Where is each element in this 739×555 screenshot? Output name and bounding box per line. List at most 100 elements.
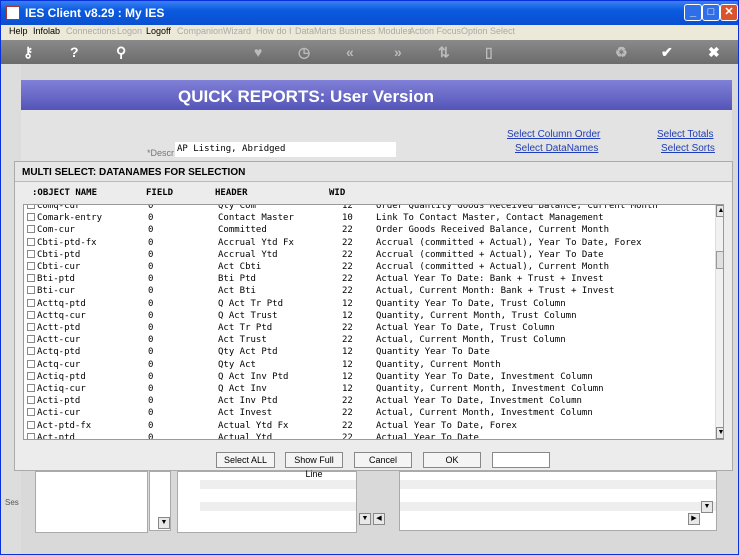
heart-icon[interactable]: ♥ <box>254 44 262 60</box>
list-item-checkbox[interactable] <box>27 262 35 270</box>
list-item-checkbox[interactable] <box>27 335 35 344</box>
column-header-wid[interactable]: WID <box>329 188 345 198</box>
menu-bar: Help Infolab Connections Logon Logoff Compani… <box>1 25 738 40</box>
show-full-line-button[interactable]: Show Full Line <box>285 452 343 479</box>
cancel-button[interactable]: Cancel <box>354 452 412 468</box>
list-item-name: Actt-ptd <box>37 323 81 333</box>
list-item-checkbox[interactable] <box>27 384 35 392</box>
list-item-checkbox[interactable] <box>27 420 35 429</box>
close-icon[interactable]: ✖ <box>708 44 720 61</box>
sort-icon[interactable]: ⇅ <box>438 44 450 61</box>
list-item[interactable]: Actt-ptd 0 Act Tr Ptd 22 Actual Year To Date… <box>24 323 714 335</box>
list-item-field: 0 <box>148 335 154 346</box>
selection-count-field[interactable] <box>492 452 550 468</box>
select-all-button[interactable]: Select ALL <box>216 452 275 468</box>
scroll-down-button[interactable]: ▼ <box>716 427 723 439</box>
list-item[interactable]: Bti-ptd 0 Bti Ptd 22 Actual Year To Date: Ba… <box>24 274 714 286</box>
list-item[interactable]: Com-cur 0 Committed 22 Order Goods Received … <box>24 225 714 237</box>
recycle-icon[interactable]: ♻ <box>615 44 628 61</box>
ok-button[interactable]: OK <box>423 452 481 468</box>
list-item[interactable]: Cbti-ptd 0 Accrual Ytd 22 Accrual (committed… <box>24 249 714 262</box>
menu-item[interactable]: Connections <box>66 26 116 36</box>
menu-item[interactable]: Business Modules <box>339 26 412 36</box>
list-item-name: Cbti-ptd-fx <box>37 237 97 248</box>
select-column-order-link[interactable]: Select Column Order <box>507 129 600 140</box>
menu-item[interactable]: Companion <box>177 26 223 36</box>
list-item[interactable]: Bti-cur 0 Act Bti 22 Actual, Current Month: … <box>24 286 714 298</box>
search-icon[interactable]: ⚲ <box>116 44 126 61</box>
scroll-left-button[interactable]: ◀ <box>373 513 385 525</box>
list-item-field: 0 <box>148 359 154 370</box>
rewind-icon[interactable]: « <box>346 44 354 60</box>
column-header-field[interactable]: FIELD <box>146 188 173 198</box>
list-item[interactable]: Actt-cur 0 Act Trust 22 Actual, Current Mont… <box>24 335 714 347</box>
dataname-list[interactable]: Comq-cur 0 Qty Com 12 Order Quantity Goods R… <box>23 204 724 440</box>
list-item-checkbox[interactable] <box>27 205 35 209</box>
list-item[interactable]: Actq-cur 0 Qty Act 12 Quantity, Current Mont… <box>24 359 714 372</box>
select-sorts-link[interactable]: Select Sorts <box>661 143 715 154</box>
menu-item[interactable]: How do I <box>256 26 292 36</box>
list-item-checkbox[interactable] <box>27 274 35 283</box>
list-item-name: Acttq-cur <box>37 310 86 321</box>
list-item[interactable]: Cbti-cur 0 Act Cbti 22 Accrual (committed + … <box>24 262 714 274</box>
vertical-scrollbar[interactable]: ▲ ▼ <box>715 205 723 439</box>
list-item-checkbox[interactable] <box>27 310 35 319</box>
key-icon[interactable]: ⚷ <box>23 44 33 61</box>
list-item-checkbox[interactable] <box>27 396 35 405</box>
list-item-checkbox[interactable] <box>27 432 35 439</box>
menu-item[interactable]: Logoff <box>146 26 171 36</box>
list-item[interactable]: Act-ptd 0 Actual Ytd 22 Actual Year To Date <box>24 432 714 439</box>
menu-item[interactable]: DataMarts <box>295 26 337 36</box>
list-item[interactable]: Act-ptd-fx 0 Actual Ytd Fx 22 Actual Year To… <box>24 420 714 433</box>
list-item[interactable]: Actiq-ptd 0 Q Act Inv Ptd 12 Quantity Year T… <box>24 371 714 384</box>
list-item-checkbox[interactable] <box>27 298 35 307</box>
list-item[interactable]: Actiq-cur 0 Q Act Inv 12 Quantity, Current M… <box>24 384 714 396</box>
check-icon[interactable]: ✔ <box>661 44 673 61</box>
scroll-up-button[interactable]: ▲ <box>716 205 723 217</box>
menu-item[interactable]: Logon <box>117 26 142 36</box>
list-item-checkbox[interactable] <box>27 347 35 356</box>
descr-field[interactable]: AP Listing, Abridged <box>175 142 396 157</box>
clock-icon[interactable]: ◷ <box>298 44 310 61</box>
select-totals-link[interactable]: Select Totals <box>657 129 714 140</box>
select-datanames-link[interactable]: Select DataNames <box>515 143 598 154</box>
minimize-button[interactable]: _ <box>684 4 702 21</box>
list-item-checkbox[interactable] <box>27 249 35 258</box>
list-item[interactable]: Acttq-cur 0 Q Act Trust 12 Quantity, Current… <box>24 310 714 323</box>
list-item[interactable]: Comq-cur 0 Qty Com 12 Order Quantity Goods R… <box>24 205 714 213</box>
list-item[interactable]: Comark-entry 0 Contact Master 10 Link To Con… <box>24 213 714 225</box>
list-item[interactable]: Cbti-ptd-fx 0 Accrual Ytd Fx 22 Accrual (com… <box>24 237 714 250</box>
list-item-checkbox[interactable] <box>27 213 35 222</box>
column-header-object-name[interactable]: :OBJECT NAME <box>32 188 97 198</box>
list-item-checkbox[interactable] <box>27 225 35 234</box>
list-item-description: Order Goods Received Balance, Current Mo… <box>376 225 609 236</box>
help-icon[interactable]: ? <box>70 44 79 60</box>
document-icon[interactable]: ▯ <box>485 44 493 61</box>
menu-item[interactable]: Action Focus <box>409 26 461 36</box>
menu-item[interactable]: Infolab <box>33 26 60 36</box>
menu-item[interactable]: Option Select <box>461 26 515 36</box>
list-item[interactable]: Actq-ptd 0 Qty Act Ptd 12 Quantity Year To D… <box>24 347 714 359</box>
fast-forward-icon[interactable]: » <box>394 44 402 60</box>
list-item[interactable]: Acti-ptd 0 Act Inv Ptd 22 Actual Year To Dat… <box>24 396 714 408</box>
scroll-down-button[interactable]: ▼ <box>359 513 371 525</box>
column-header-header[interactable]: HEADER <box>215 188 248 198</box>
list-item-checkbox[interactable] <box>27 359 35 368</box>
scroll-thumb[interactable] <box>716 251 723 269</box>
list-item-checkbox[interactable] <box>27 408 35 417</box>
maximize-button[interactable]: □ <box>702 4 720 21</box>
list-item-checkbox[interactable] <box>27 286 35 295</box>
multi-select-dialog: MULTI SELECT: DATANAMES FOR SELECTION :O… <box>14 161 733 479</box>
list-item[interactable]: Acti-cur 0 Act Invest 22 Actual, Current Mon… <box>24 408 714 420</box>
menu-item[interactable]: Wizard <box>223 26 251 36</box>
close-window-button[interactable]: ✕ <box>720 4 738 21</box>
list-item-checkbox[interactable] <box>27 237 35 246</box>
menu-item[interactable]: Help <box>9 26 28 36</box>
list-item-checkbox[interactable] <box>27 371 35 380</box>
scroll-down-button[interactable]: ▼ <box>701 501 713 513</box>
list-item-header: Act Invest <box>218 408 273 419</box>
scroll-right-button[interactable]: ▶ <box>688 513 700 525</box>
list-item-checkbox[interactable] <box>27 323 35 331</box>
list-item[interactable]: Acttq-ptd 0 Q Act Tr Ptd 12 Quantity Year To… <box>24 298 714 311</box>
scroll-down-button[interactable]: ▼ <box>158 517 170 529</box>
